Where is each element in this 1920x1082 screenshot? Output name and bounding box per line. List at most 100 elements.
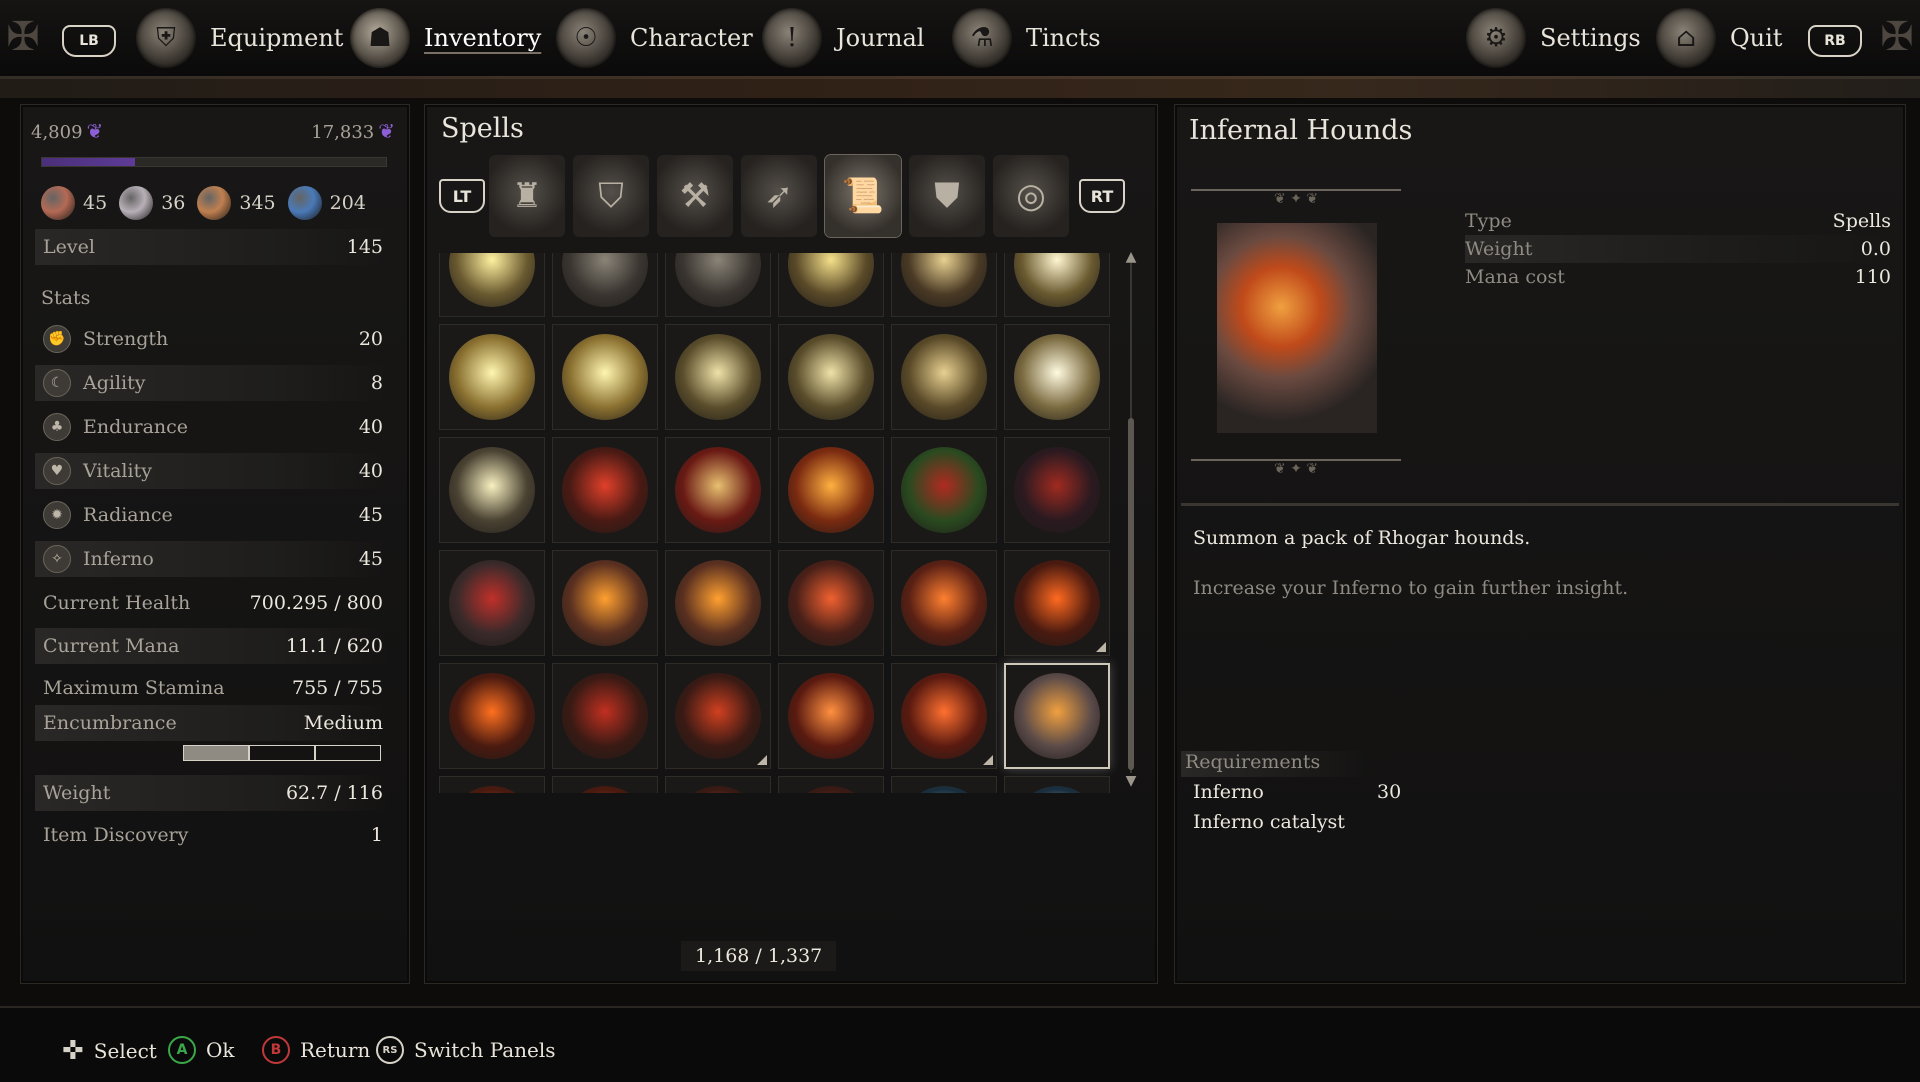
tab-equipment[interactable]: ⛨ Equipment	[136, 0, 343, 76]
resource-value: 345	[239, 192, 276, 214]
spell-slot[interactable]	[552, 550, 658, 656]
spell-slot[interactable]	[439, 776, 545, 793]
spell-slot[interactable]	[1004, 437, 1110, 543]
spell-slot[interactable]	[665, 324, 771, 430]
corner-marker-icon	[983, 755, 993, 765]
scroll-icon[interactable]: 📜	[825, 155, 901, 237]
quit-button[interactable]: ⌂ Quit	[1656, 0, 1782, 76]
spell-art-icon	[1014, 673, 1100, 759]
scroll-down-icon[interactable]: ▼	[1123, 773, 1139, 789]
armor-icon[interactable]: ♜	[489, 155, 565, 237]
spell-slot[interactable]	[665, 253, 771, 317]
spell-slot[interactable]	[552, 324, 658, 430]
tab-journal[interactable]: ! Journal	[762, 0, 924, 76]
spell-slot[interactable]	[1004, 253, 1110, 317]
spell-slot[interactable]	[1004, 550, 1110, 656]
scrollbar-thumb[interactable]	[1128, 418, 1134, 770]
spell-slot[interactable]	[778, 324, 884, 430]
spell-slot[interactable]	[552, 663, 658, 769]
stamina-label: Maximum Stamina	[43, 677, 225, 699]
tincts-icon: ⚗	[952, 8, 1012, 68]
rb-button[interactable]: RB	[1808, 25, 1862, 57]
stat-row-agility[interactable]: ☾ Agility 8	[35, 365, 387, 401]
prop-label: Type	[1465, 210, 1512, 232]
prop-label: Weight	[1465, 238, 1533, 260]
prop-label: Mana cost	[1465, 266, 1565, 288]
lt-button[interactable]: LT	[439, 179, 485, 213]
spell-slot[interactable]	[778, 663, 884, 769]
hint-return[interactable]: B Return	[262, 1036, 370, 1064]
stat-row-endurance[interactable]: ♣ Endurance 40	[35, 409, 387, 445]
stat-row-vitality[interactable]: ♥ Vitality 40	[35, 453, 387, 489]
hint-ok[interactable]: A Ok	[168, 1036, 235, 1064]
spell-slot[interactable]	[891, 253, 997, 317]
stat-row-strength[interactable]: ✊ Strength 20	[35, 321, 387, 357]
infernal-hounds-art	[1217, 223, 1377, 433]
axe-icon[interactable]: ⚒	[657, 155, 733, 237]
xp-bar	[41, 157, 387, 167]
spell-slot[interactable]	[552, 253, 658, 317]
spell-slot[interactable]	[552, 437, 658, 543]
feather-icon: ❦	[378, 119, 395, 143]
requirement-value: 30	[1377, 781, 1402, 803]
requirement-row: Inferno 30	[1193, 781, 1401, 803]
tab-tincts[interactable]: ⚗ Tincts	[952, 0, 1101, 76]
item-title: Infernal Hounds	[1189, 115, 1413, 146]
stat-label: Agility	[83, 372, 146, 394]
spell-art-icon	[1014, 253, 1100, 307]
encumbrance-bar	[183, 745, 381, 761]
stat-row-radiance[interactable]: ✹ Radiance 45	[35, 497, 387, 533]
encumbrance-segment	[184, 746, 250, 760]
spell-slot-selected[interactable]	[1004, 663, 1110, 769]
hint-switch-panels[interactable]: RS Switch Panels	[376, 1036, 556, 1064]
level-label: Level	[43, 236, 95, 258]
spell-slot[interactable]	[439, 550, 545, 656]
spell-slot[interactable]	[778, 776, 884, 793]
strength-icon: ✊	[43, 325, 71, 353]
health-row: Current Health 700.295 / 800	[35, 585, 387, 621]
prop-weight: Weight 0.0	[1465, 235, 1891, 263]
spell-slot[interactable]	[778, 550, 884, 656]
rs-button-icon: RS	[376, 1036, 404, 1064]
spell-slot[interactable]	[891, 550, 997, 656]
hint-select[interactable]: ✜ Select	[62, 1036, 157, 1066]
settings-button[interactable]: ⚙ Settings	[1466, 0, 1641, 76]
spell-slot[interactable]	[891, 776, 997, 793]
spell-slot[interactable]	[439, 663, 545, 769]
spell-slot[interactable]	[665, 663, 771, 769]
resource-value: 45	[83, 192, 108, 214]
tab-character[interactable]: ☉ Character	[556, 0, 753, 76]
stat-label: Radiance	[83, 504, 173, 526]
inferno-icon: ✧	[43, 545, 71, 573]
scroll-up-icon[interactable]: ▲	[1123, 249, 1139, 265]
spell-slot[interactable]	[439, 324, 545, 430]
spell-slot[interactable]	[665, 437, 771, 543]
spell-slot[interactable]	[665, 550, 771, 656]
shield-icon[interactable]: ⛉	[573, 155, 649, 237]
arrows-icon[interactable]: ➶	[741, 155, 817, 237]
spell-slot[interactable]	[665, 776, 771, 793]
stat-row-inferno[interactable]: ✧ Inferno 45	[35, 541, 387, 577]
spell-slot[interactable]	[552, 776, 658, 793]
spell-slot[interactable]	[891, 663, 997, 769]
lb-button[interactable]: LB	[62, 25, 116, 57]
spell-slot[interactable]	[891, 324, 997, 430]
stamina-value: 755 / 755	[291, 677, 383, 699]
resource-item: 36	[119, 186, 185, 220]
resource-item: 345	[197, 186, 276, 220]
mana-row: Current Mana 11.1 / 620	[35, 628, 387, 664]
spell-slot[interactable]	[891, 437, 997, 543]
spell-slot[interactable]	[778, 253, 884, 317]
spell-slot[interactable]	[439, 437, 545, 543]
stat-label: Inferno	[83, 548, 154, 570]
spell-slot[interactable]	[1004, 776, 1110, 793]
spell-art-icon	[788, 786, 874, 793]
spell-slot[interactable]	[439, 253, 545, 317]
stat-label: Endurance	[83, 416, 189, 438]
chest-armor-icon[interactable]: ⛊	[909, 155, 985, 237]
rt-button[interactable]: RT	[1079, 179, 1125, 213]
ring-icon[interactable]: ◎	[993, 155, 1069, 237]
spell-slot[interactable]	[1004, 324, 1110, 430]
spell-slot[interactable]	[778, 437, 884, 543]
tab-inventory[interactable]: ☗ Inventory	[350, 0, 541, 76]
